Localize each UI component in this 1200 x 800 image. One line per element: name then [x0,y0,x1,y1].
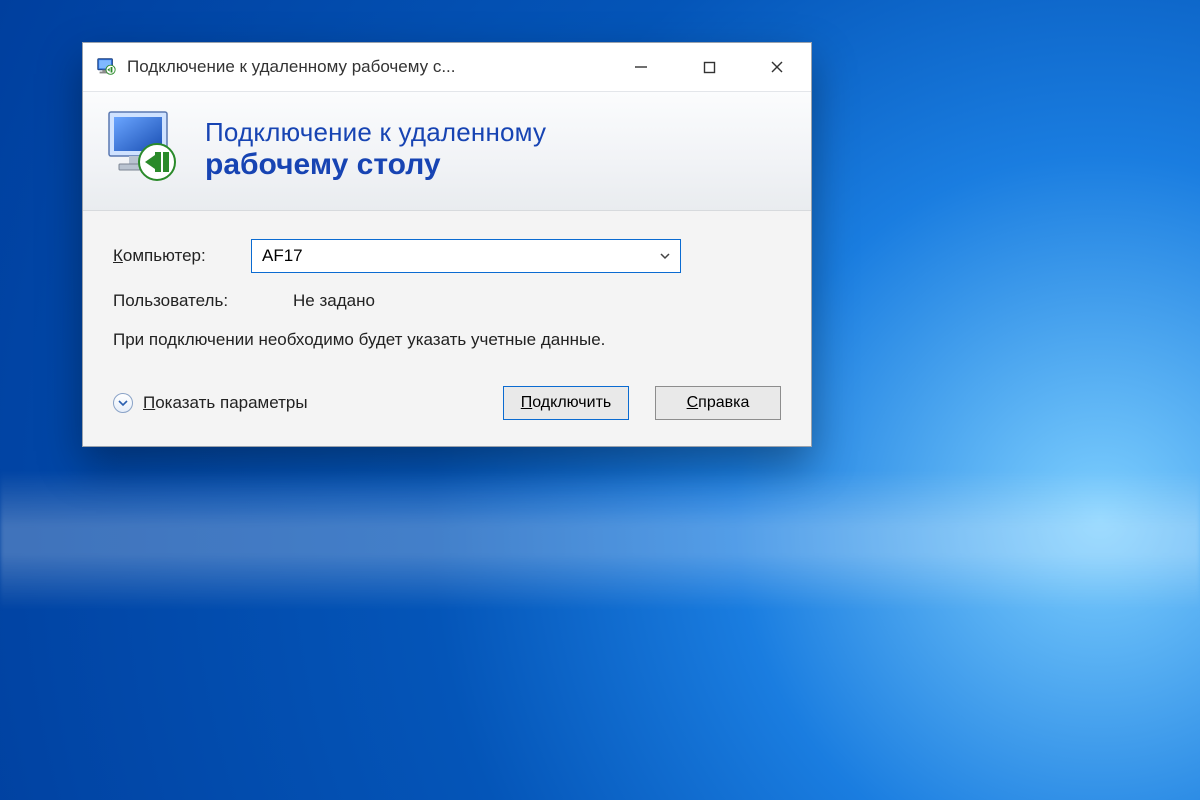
heading-line1: Подключение к удаленному [205,117,546,148]
minimize-button[interactable] [607,43,675,91]
computer-input[interactable] [252,240,650,272]
dialog-header: Подключение к удаленному рабочему столу [83,91,811,211]
chevron-down-icon[interactable] [650,240,680,272]
help-button[interactable]: Справка [655,386,781,420]
dialog-heading: Подключение к удаленному рабочему столу [205,117,546,181]
user-value: Не задано [293,291,375,311]
user-label: Пользователь: [113,291,293,311]
dialog-footer: Показать параметры Подключить Справка [83,364,811,446]
show-options-link[interactable]: Показать параметры [143,393,493,413]
titlebar[interactable]: Подключение к удаленному рабочему с... [83,43,811,91]
rdp-app-icon [95,56,117,78]
computer-label: Компьютер: [113,246,251,266]
window-title: Подключение к удаленному рабочему с... [127,57,607,77]
credentials-info: При подключении необходимо будет указать… [113,329,653,352]
expand-icon[interactable] [113,393,133,413]
computer-combobox[interactable] [251,239,681,273]
connect-button[interactable]: Подключить [503,386,629,420]
window-controls [607,43,811,91]
close-button[interactable] [743,43,811,91]
rdp-window: Подключение к удаленному рабочему с... [82,42,812,447]
dialog-body: Компьютер: Пользователь: Не задано При п… [83,211,811,364]
maximize-button[interactable] [675,43,743,91]
heading-line2: рабочему столу [205,148,546,181]
remote-desktop-icon [101,106,187,192]
